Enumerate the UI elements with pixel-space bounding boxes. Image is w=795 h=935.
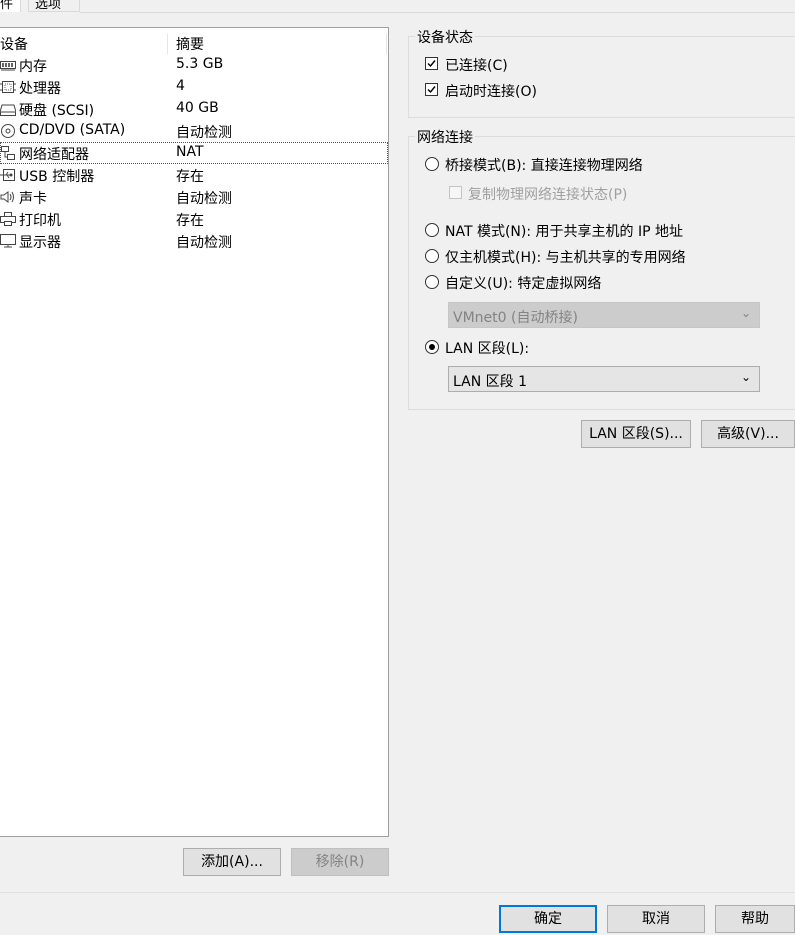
network-adapter-icon (1, 146, 15, 160)
device-summary: 40 GB (176, 100, 219, 116)
custom-label[interactable]: 自定义(U): 特定虚拟网络 (445, 273, 601, 293)
checkmark-icon (427, 60, 436, 68)
device-name: 处理器 (19, 81, 61, 97)
usb-icon (0, 169, 15, 181)
device-name: 显示器 (19, 235, 61, 251)
device-row-processor[interactable]: 处理器 4 (0, 76, 388, 98)
tab-options[interactable]: 选项 (28, 0, 80, 12)
device-summary: 自动检测 (176, 191, 232, 207)
tab-hardware-label: 件 (0, 0, 14, 12)
add-button[interactable]: 添加(A)... (183, 848, 281, 876)
printer-icon (0, 212, 16, 226)
device-row-sound-card[interactable]: 声卡 自动检测 (0, 186, 388, 208)
device-name: 内存 (19, 59, 47, 75)
device-name: 打印机 (19, 213, 61, 229)
connect-at-power-on-checkbox[interactable] (425, 83, 438, 96)
device-list[interactable]: 设备 摘要 内存 5.3 GB 处理器 4 硬盘 (SCSI) 40 GB CD… (0, 27, 389, 837)
lan-segment-radio[interactable] (425, 340, 439, 354)
device-row-hard-disk[interactable]: 硬盘 (SCSI) 40 GB (0, 98, 388, 120)
device-row-display[interactable]: 显示器 自动检测 (0, 230, 388, 252)
device-summary: 存在 (176, 213, 204, 229)
help-button[interactable]: 帮助 (715, 905, 795, 933)
tab-divider (80, 12, 795, 13)
hard-disk-icon (0, 104, 16, 116)
device-row-usb[interactable]: USB 控制器 存在 (0, 164, 388, 186)
chevron-down-icon: ⌄ (740, 370, 751, 384)
lan-segments-button[interactable]: LAN 区段(S)... (581, 420, 691, 448)
network-connection-title: 网络连接 (415, 127, 475, 147)
advanced-button[interactable]: 高级(V)... (701, 420, 795, 448)
column-header-device[interactable]: 设备 (0, 34, 28, 54)
custom-radio[interactable] (425, 275, 439, 289)
device-summary: 自动检测 (176, 235, 232, 251)
device-status-title: 设备状态 (415, 27, 475, 47)
device-name: CD/DVD (SATA) (19, 122, 126, 138)
device-name: 硬盘 (SCSI) (19, 103, 95, 119)
nat-label[interactable]: NAT 模式(N): 用于共享主机的 IP 地址 (445, 221, 683, 241)
connect-at-power-on-label[interactable]: 启动时连接(O) (445, 81, 537, 101)
monitor-icon (0, 234, 16, 248)
list-header: 设备 摘要 (0, 32, 388, 54)
cancel-button[interactable]: 取消 (607, 905, 705, 933)
chevron-down-icon: ⌄ (740, 306, 751, 320)
column-header-summary[interactable]: 摘要 (176, 34, 204, 54)
memory-icon (0, 61, 16, 71)
column-separator-end (386, 34, 387, 54)
device-name: 网络适配器 (19, 147, 89, 163)
device-status-group (408, 36, 795, 118)
replicate-state-label[interactable]: 复制物理网络连接状态(P) (468, 184, 627, 204)
host-only-radio[interactable] (425, 249, 439, 263)
lan-segment-select[interactable]: LAN 区段 1 ⌄ (448, 366, 760, 392)
tab-hardware[interactable]: 件 (0, 0, 21, 12)
nat-radio[interactable] (425, 223, 439, 237)
device-name: USB 控制器 (19, 169, 95, 185)
replicate-state-checkbox[interactable] (449, 186, 462, 199)
device-summary: NAT (176, 144, 204, 160)
lan-segment-value: LAN 区段 1 (453, 374, 527, 390)
device-summary: 自动检测 (176, 125, 232, 141)
tab-strip: 件 选项 (0, 0, 795, 13)
tab-options-label: 选项 (35, 0, 62, 12)
device-summary: 4 (176, 78, 185, 94)
host-only-label[interactable]: 仅主机模式(H): 与主机共享的专用网络 (445, 247, 686, 267)
cd-dvd-icon (1, 124, 15, 138)
device-row-network-adapter[interactable]: 网络适配器 NAT (0, 142, 388, 164)
device-summary: 存在 (176, 169, 204, 185)
device-row-printer[interactable]: 打印机 存在 (0, 208, 388, 230)
custom-network-select[interactable]: VMnet0 (自动桥接) ⌄ (448, 302, 760, 328)
bridged-radio[interactable] (425, 157, 439, 171)
lan-segment-label[interactable]: LAN 区段(L): (445, 338, 529, 358)
bridged-label[interactable]: 桥接模式(B): 直接连接物理网络 (445, 155, 643, 175)
connected-label[interactable]: 已连接(C) (445, 55, 508, 75)
speaker-icon (0, 191, 14, 203)
device-row-memory[interactable]: 内存 5.3 GB (0, 54, 388, 76)
checkmark-icon (427, 86, 436, 94)
processor-icon (0, 81, 16, 93)
device-row-cd-dvd[interactable]: CD/DVD (SATA) 自动检测 (0, 120, 388, 142)
dialog-divider (0, 892, 795, 893)
remove-button[interactable]: 移除(R) (291, 848, 389, 876)
radio-dot (429, 344, 435, 350)
connected-checkbox[interactable] (425, 57, 438, 70)
custom-network-value: VMnet0 (自动桥接) (453, 310, 578, 326)
ok-button[interactable]: 确定 (499, 905, 597, 933)
device-summary: 5.3 GB (176, 56, 224, 72)
device-name: 声卡 (19, 191, 47, 207)
column-separator[interactable] (167, 34, 168, 54)
